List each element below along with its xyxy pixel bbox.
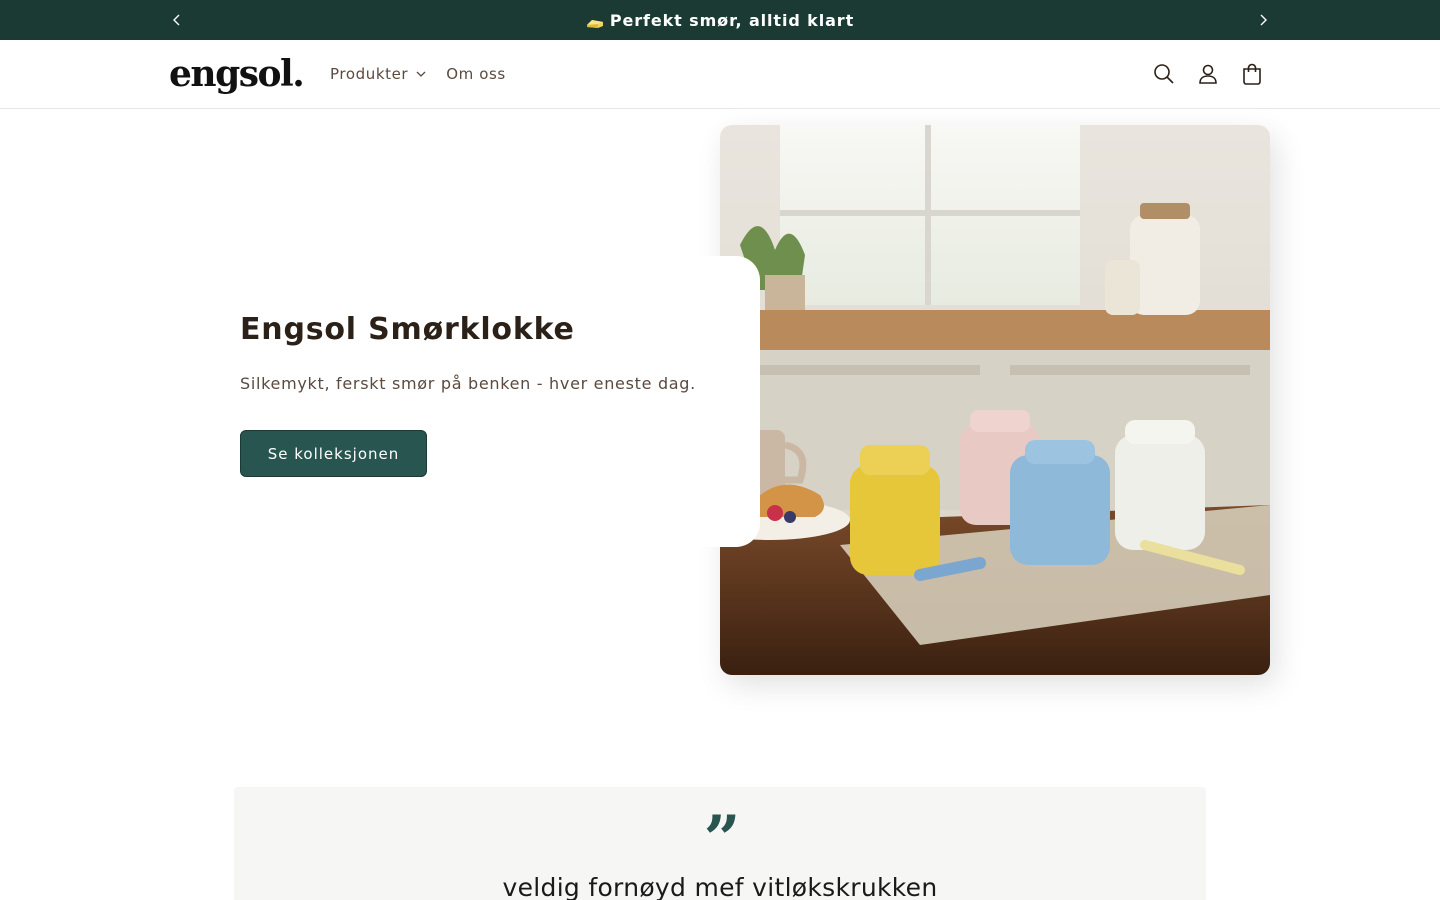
main-nav: Produkter Om oss: [330, 40, 506, 108]
hero-subtitle: Silkemykt, ferskt smør på benken - hver …: [240, 374, 696, 393]
nav-item-label: Produkter: [330, 65, 409, 83]
account-button[interactable]: [1190, 56, 1226, 92]
hero-image-notch: [700, 256, 760, 547]
search-icon: [1154, 64, 1174, 84]
site-header: engsol. Produkter Om oss: [0, 40, 1440, 109]
nav-item-om-oss[interactable]: Om oss: [446, 65, 506, 83]
site-logo[interactable]: engsol.: [169, 52, 305, 96]
butter-icon: [586, 14, 604, 28]
nav-item-label: Om oss: [446, 65, 506, 83]
search-button[interactable]: [1146, 56, 1182, 92]
announcement-text: Perfekt smør, alltid klart: [609, 10, 855, 30]
testimonial-text: veldig fornøyd mef vitløkskrukken: [502, 873, 938, 900]
hero-image: [720, 125, 1270, 675]
nav-item-produkter[interactable]: Produkter: [330, 65, 426, 83]
testimonial-card: ” veldig fornøyd mef vitløkskrukken: [234, 787, 1206, 900]
hero-title: Engsol Smørklokke: [240, 312, 575, 347]
quote-mark: ”: [703, 802, 741, 877]
announcement-bar: Perfekt smør, alltid klart: [0, 0, 1440, 40]
header-icons: [1146, 56, 1270, 92]
cart-icon: [1243, 63, 1261, 85]
announcement-next-button[interactable]: [1251, 0, 1275, 40]
cart-button[interactable]: [1234, 56, 1270, 92]
shop-collection-button[interactable]: Se kolleksjonen: [240, 430, 427, 477]
chevron-right-icon: [1260, 14, 1267, 26]
account-icon: [1199, 64, 1217, 84]
announcement-message: Perfekt smør, alltid klart: [0, 0, 1440, 40]
chevron-down-icon: [416, 71, 426, 77]
